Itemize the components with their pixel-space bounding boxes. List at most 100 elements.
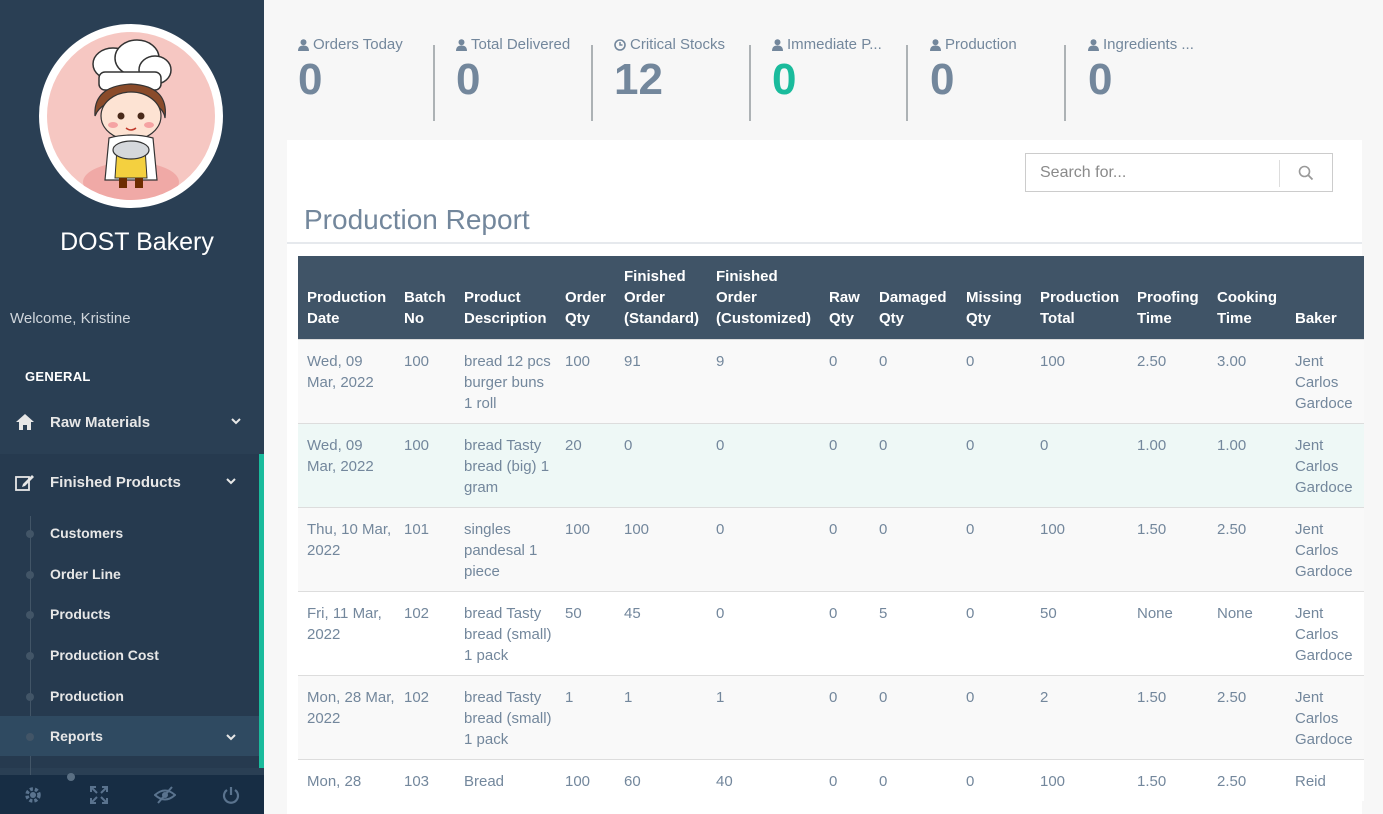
- tile-divider: [906, 45, 908, 121]
- table-cell: 100: [1031, 339, 1128, 424]
- table-cell: 100: [615, 507, 707, 592]
- power-icon[interactable]: [198, 775, 264, 814]
- report-table-wrap: Production Date Batch No Product Descrip…: [298, 256, 1364, 801]
- table-cell: 0: [820, 423, 870, 508]
- fullscreen-icon[interactable]: [66, 775, 132, 814]
- table-cell: Thu, 10 Mar, 2022: [298, 507, 395, 592]
- table-cell: bread Tasty bread (big) 1 gram: [455, 423, 556, 508]
- submenu-order-line[interactable]: Order Line: [0, 554, 259, 594]
- table-row[interactable]: Thu, 10 Mar, 2022 101 singles pandesal 1 p…: [298, 507, 1364, 592]
- table-row[interactable]: Wed, 09 Mar, 2022 100 bread 12 pcs burger …: [298, 339, 1364, 424]
- column-header[interactable]: Raw Qty: [820, 256, 870, 340]
- table-cell: 1.00: [1128, 423, 1208, 508]
- column-header[interactable]: Finished Order (Standard): [615, 256, 707, 340]
- submenu-production-cost[interactable]: Production Cost: [0, 635, 259, 675]
- column-header[interactable]: Proofing Time: [1128, 256, 1208, 340]
- tile-count: 0: [1088, 55, 1113, 104]
- table-cell: Jent Carlos Gardoce: [1286, 507, 1364, 592]
- menu-raw-materials-label: Raw Materials: [50, 413, 151, 431]
- table-cell: Fri, 11 Mar, 2022: [298, 591, 395, 676]
- submenu-products[interactable]: Products: [0, 594, 259, 634]
- submenu-label: Reports: [50, 728, 103, 744]
- column-header[interactable]: Cooking Time: [1208, 256, 1286, 340]
- sidebar: DOST Bakery Welcome, Kristine GENERAL Ra…: [0, 0, 264, 814]
- submenu-customers[interactable]: Customers: [0, 513, 259, 553]
- column-header[interactable]: Production Total: [1031, 256, 1128, 340]
- tile-orders-today: Orders Today 0: [298, 36, 403, 122]
- tile-label: Production: [945, 36, 1017, 53]
- table-cell: Mon, 28: [298, 759, 395, 801]
- tile-immediate: Immediate P... 0: [772, 36, 882, 122]
- table-cell: 2.50: [1128, 339, 1208, 424]
- table-cell: Mon, 28 Mar, 2022: [298, 675, 395, 760]
- report-panel: Production Report Production Date Batch …: [287, 140, 1364, 814]
- tile-label: Critical Stocks: [630, 36, 726, 53]
- search-button[interactable]: [1280, 154, 1332, 191]
- table-cell: 0: [957, 423, 1031, 508]
- table-cell: 0: [820, 759, 870, 801]
- table-cell: 50: [556, 591, 615, 676]
- bakery-logo: [39, 24, 223, 208]
- table-cell: 20: [556, 423, 615, 508]
- menu-finished-products[interactable]: Finished Products: [0, 462, 264, 502]
- user-icon: [772, 38, 783, 51]
- table-cell: 100: [556, 759, 615, 801]
- tile-total-delivered: Total Delivered 0: [456, 36, 570, 122]
- table-row[interactable]: Wed, 09 Mar, 2022 100 bread Tasty bread (b…: [298, 423, 1364, 508]
- tile-count: 0: [772, 55, 797, 104]
- column-header[interactable]: Production Date: [298, 256, 395, 340]
- table-cell: 9: [707, 339, 820, 424]
- table-cell: Bread: [455, 759, 556, 801]
- submenu-label: Production Cost: [50, 647, 159, 663]
- table-cell: 102: [395, 591, 455, 676]
- submenu-label: Products: [50, 606, 111, 622]
- submenu-production[interactable]: Production: [0, 676, 259, 716]
- table-cell: 50: [1031, 591, 1128, 676]
- table-cell: 1: [556, 675, 615, 760]
- table-cell: 0: [1031, 423, 1128, 508]
- hide-icon[interactable]: [132, 775, 198, 814]
- tile-label: Orders Today: [313, 36, 403, 53]
- tile-count: 0: [456, 55, 481, 104]
- table-cell: 103: [395, 759, 455, 801]
- column-header[interactable]: Damaged Qty: [870, 256, 957, 340]
- table-cell: Wed, 09 Mar, 2022: [298, 339, 395, 424]
- tile-label: Immediate P...: [787, 36, 882, 53]
- table-cell: 0: [707, 507, 820, 592]
- column-header[interactable]: Order Qty: [556, 256, 615, 340]
- table-cell: 1.50: [1128, 675, 1208, 760]
- user-icon: [1088, 38, 1099, 51]
- table-cell: 0: [957, 591, 1031, 676]
- column-header[interactable]: Finished Order (Customized): [707, 256, 820, 340]
- table-cell: 5: [870, 591, 957, 676]
- table-cell: Jent Carlos Gardoce: [1286, 675, 1364, 760]
- column-header[interactable]: Product Description: [455, 256, 556, 340]
- tile-divider: [591, 45, 593, 121]
- table-cell: 1.50: [1128, 759, 1208, 801]
- scroll-indicator: [67, 773, 75, 781]
- table-cell: 0: [870, 507, 957, 592]
- table-cell: Wed, 09 Mar, 2022: [298, 423, 395, 508]
- settings-icon[interactable]: [0, 775, 66, 814]
- table-header-row: Production Date Batch No Product Descrip…: [298, 256, 1364, 340]
- search-input[interactable]: [1026, 154, 1280, 191]
- menu-raw-materials[interactable]: Raw Materials: [0, 402, 264, 442]
- table-row[interactable]: Mon, 28 Mar, 2022 102 bread Tasty bread (s…: [298, 675, 1364, 760]
- column-header[interactable]: Batch No: [395, 256, 455, 340]
- table-row[interactable]: Mon, 28 103 Bread 100 60 40 0 0 0 100 1.50 2.50 Reid: [298, 759, 1364, 801]
- welcome-text: Welcome, Kristine: [10, 310, 131, 327]
- table-cell: None: [1128, 591, 1208, 676]
- clock-icon: [614, 38, 626, 51]
- tile-divider: [749, 45, 751, 121]
- submenu-reports[interactable]: Reports: [0, 716, 259, 756]
- table-row[interactable]: Fri, 11 Mar, 2022 102 bread Tasty bread (s…: [298, 591, 1364, 676]
- column-header[interactable]: Baker: [1286, 256, 1364, 340]
- table-cell: 60: [615, 759, 707, 801]
- submenu-label: Customers: [50, 525, 124, 541]
- table-cell: 0: [957, 339, 1031, 424]
- table-cell: 0: [870, 759, 957, 801]
- user-icon: [298, 38, 309, 51]
- table-cell: 1: [615, 675, 707, 760]
- column-header[interactable]: Missing Qty: [957, 256, 1031, 340]
- home-icon: [0, 413, 50, 431]
